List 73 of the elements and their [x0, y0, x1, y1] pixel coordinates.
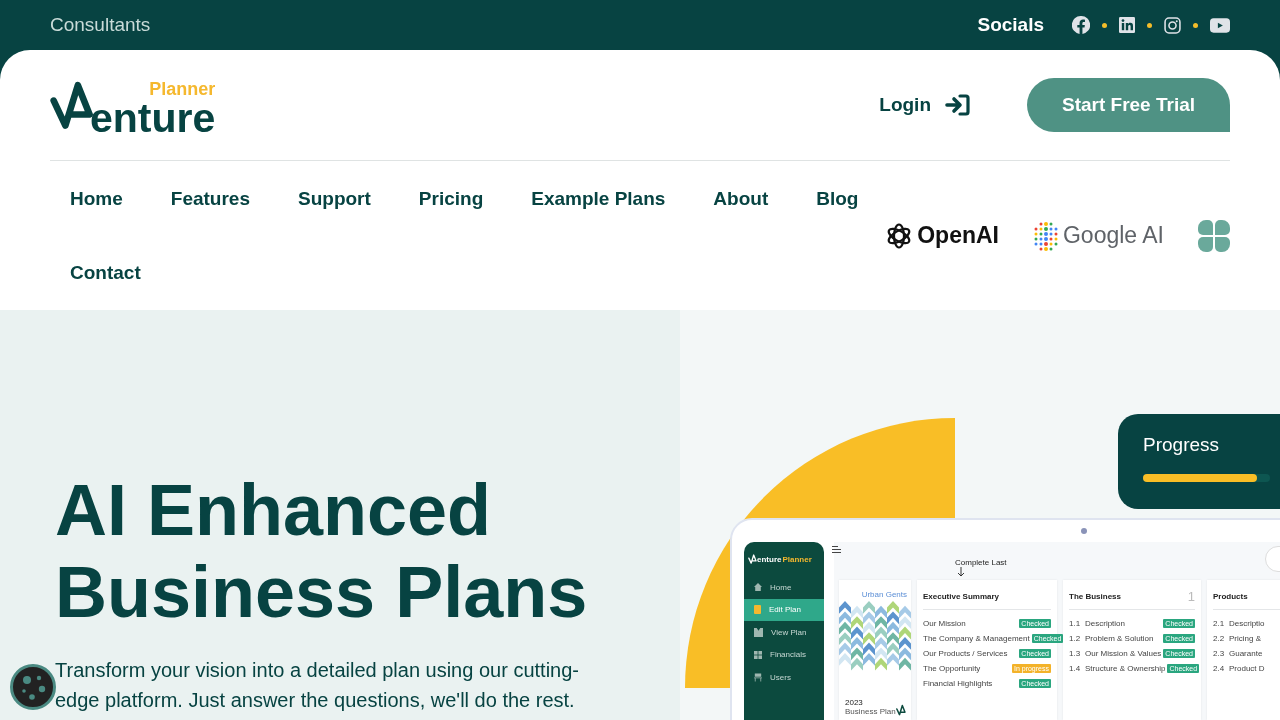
section-item[interactable]: Our Mission & Values: [1085, 649, 1162, 658]
section-item[interactable]: The Opportunity: [923, 664, 1010, 673]
section-item[interactable]: Descriptio: [1229, 619, 1280, 628]
item-number: 1.2: [1069, 634, 1082, 643]
nav-link[interactable]: About: [689, 161, 793, 236]
clover-icon: [1198, 219, 1230, 252]
item-number: 1.4: [1069, 664, 1082, 673]
item-number: 2.3: [1213, 649, 1226, 658]
item-number: 2.2: [1213, 634, 1226, 643]
document-icon: [754, 605, 761, 615]
section-item[interactable]: Financial Highlights: [923, 679, 1018, 688]
section-item[interactable]: Our Products / Services: [923, 649, 1018, 658]
start-free-trial-button[interactable]: Start Free Trial: [1027, 77, 1230, 132]
nav-link[interactable]: Pricing: [394, 161, 508, 236]
cover-subtitle: Business Plan: [845, 707, 896, 716]
cover-title: Urban Gents: [860, 589, 908, 601]
socials-label: Socials: [977, 14, 1044, 36]
nav-link[interactable]: Blog: [792, 161, 883, 236]
item-number: 2.4: [1213, 664, 1226, 673]
login-icon: [945, 93, 971, 117]
cover-logo-icon: [895, 704, 906, 716]
annotation-text: Complete Last: [955, 558, 1007, 567]
section-title: Products: [1213, 591, 1248, 601]
chair-icon: [754, 672, 762, 682]
dot-grid-icon: [1032, 220, 1059, 251]
instagram-icon[interactable]: [1164, 16, 1181, 34]
chevron-pattern-drawing: [839, 601, 911, 673]
section-title: Executive Summary: [923, 591, 1000, 601]
facebook-icon[interactable]: [1072, 16, 1090, 34]
sidebar-item[interactable]: View Plan: [744, 621, 824, 644]
partner-name: Google AI: [1062, 222, 1164, 249]
nav-link[interactable]: Example Plans: [507, 161, 690, 236]
item-number: 1.1: [1069, 619, 1082, 628]
section-item[interactable]: Description: [1085, 619, 1162, 628]
camera-dot-icon: [1081, 528, 1087, 534]
youtube-icon[interactable]: [1210, 17, 1230, 33]
cover-year: 2023: [845, 698, 864, 707]
section-item[interactable]: Structure & Ownership: [1085, 664, 1166, 673]
home-icon: [754, 583, 762, 592]
section-item[interactable]: Our Mission: [923, 619, 1018, 628]
section-number: 1: [1187, 588, 1195, 604]
logo-text: enture: [90, 98, 216, 138]
linkedin-icon[interactable]: [1119, 17, 1135, 33]
section-title: The Business: [1069, 591, 1121, 601]
item-number: 2.1: [1213, 619, 1226, 628]
hero-description: Transform your vision into a detailed plan using our cutting-edge platform. Just answer the questions, we'll do the rest.: [55, 658, 580, 713]
brand-accent-text: Planner: [782, 555, 812, 564]
shirt-icon: [754, 627, 763, 637]
login-link[interactable]: Login: [879, 93, 971, 117]
sidebar-item[interactable]: Financials: [744, 643, 824, 666]
section-item[interactable]: Problem & Solution: [1085, 634, 1162, 643]
nav-link[interactable]: Home: [46, 161, 147, 236]
sidebar-item[interactable]: Users: [744, 666, 824, 689]
section-item[interactable]: Pricing &: [1229, 634, 1280, 643]
section-item[interactable]: Guarante: [1229, 649, 1280, 658]
nav-link[interactable]: Features: [146, 161, 274, 236]
hero-heading: AI Enhanced Business Plans: [55, 469, 589, 633]
grid-icon: [754, 650, 762, 659]
consultants-link[interactable]: Consultants: [50, 14, 978, 36]
section-item[interactable]: The Company & Management: [923, 634, 1030, 643]
logo-mark-icon: [748, 554, 757, 564]
logo-accent-text: Planner: [149, 80, 216, 98]
cookie-settings-button[interactable]: [10, 664, 56, 710]
brand-text: enture: [757, 555, 782, 564]
section-item[interactable]: Product D: [1229, 664, 1280, 673]
partner-name: OpenAI: [917, 222, 999, 249]
item-number: 1.3: [1069, 649, 1082, 658]
nav-link[interactable]: Support: [274, 161, 395, 236]
arrow-icon: [957, 567, 965, 577]
progress-label: Progress: [1143, 434, 1221, 456]
nav-link[interactable]: Contact: [46, 235, 165, 310]
sidebar-item[interactable]: Home: [744, 576, 824, 599]
menu-icon[interactable]: [832, 546, 841, 553]
